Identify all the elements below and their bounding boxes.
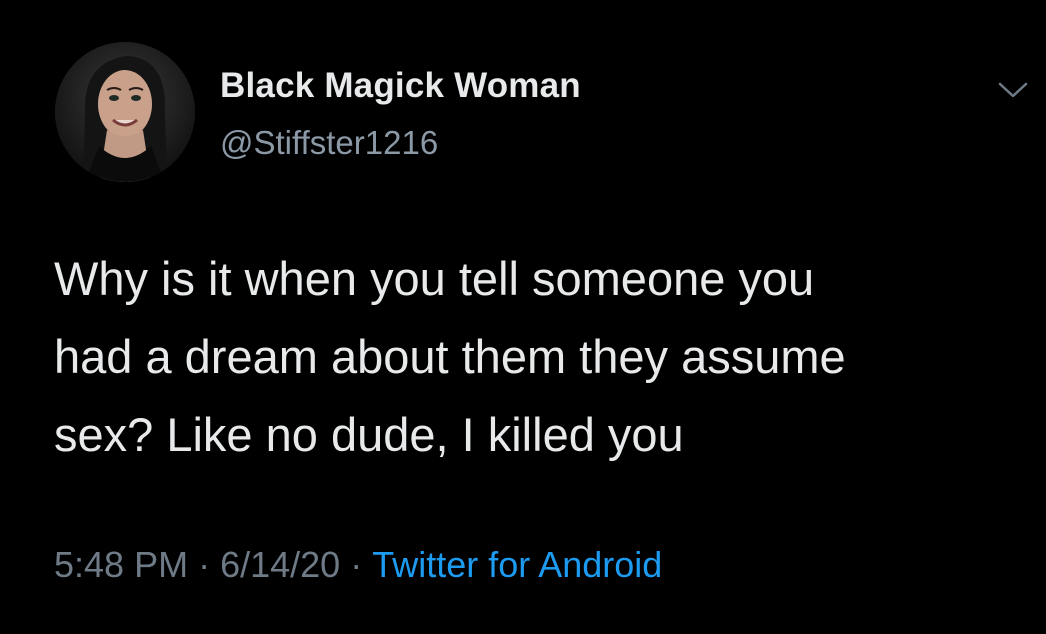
tweet-time[interactable]: 5:48 PM — [54, 544, 188, 585]
tweet-text-line: sex? Like no dude, I killed you — [54, 408, 684, 461]
tweet-source-link[interactable]: Twitter for Android — [372, 544, 662, 585]
avatar[interactable] — [55, 42, 195, 182]
avatar-image — [55, 42, 195, 182]
author-handle[interactable]: @Stiffster1216 — [220, 124, 438, 162]
chevron-down-icon[interactable] — [996, 78, 1030, 102]
tweet-card: Black Magick Woman @Stiffster1216 Why is… — [0, 0, 1046, 634]
tweet-text-line: Why is it when you tell someone you — [54, 252, 815, 305]
meta-separator: · — [198, 544, 211, 585]
tweet-date[interactable]: 6/14/20 — [220, 544, 340, 585]
tweet-meta: 5:48 PM · 6/14/20 · Twitter for Android — [54, 544, 662, 586]
tweet-text: Why is it when you tell someone you had … — [54, 240, 1024, 474]
tweet-text-line: had a dream about them they assume — [54, 330, 846, 383]
author-display-name[interactable]: Black Magick Woman — [220, 66, 581, 106]
meta-separator: · — [350, 544, 363, 585]
